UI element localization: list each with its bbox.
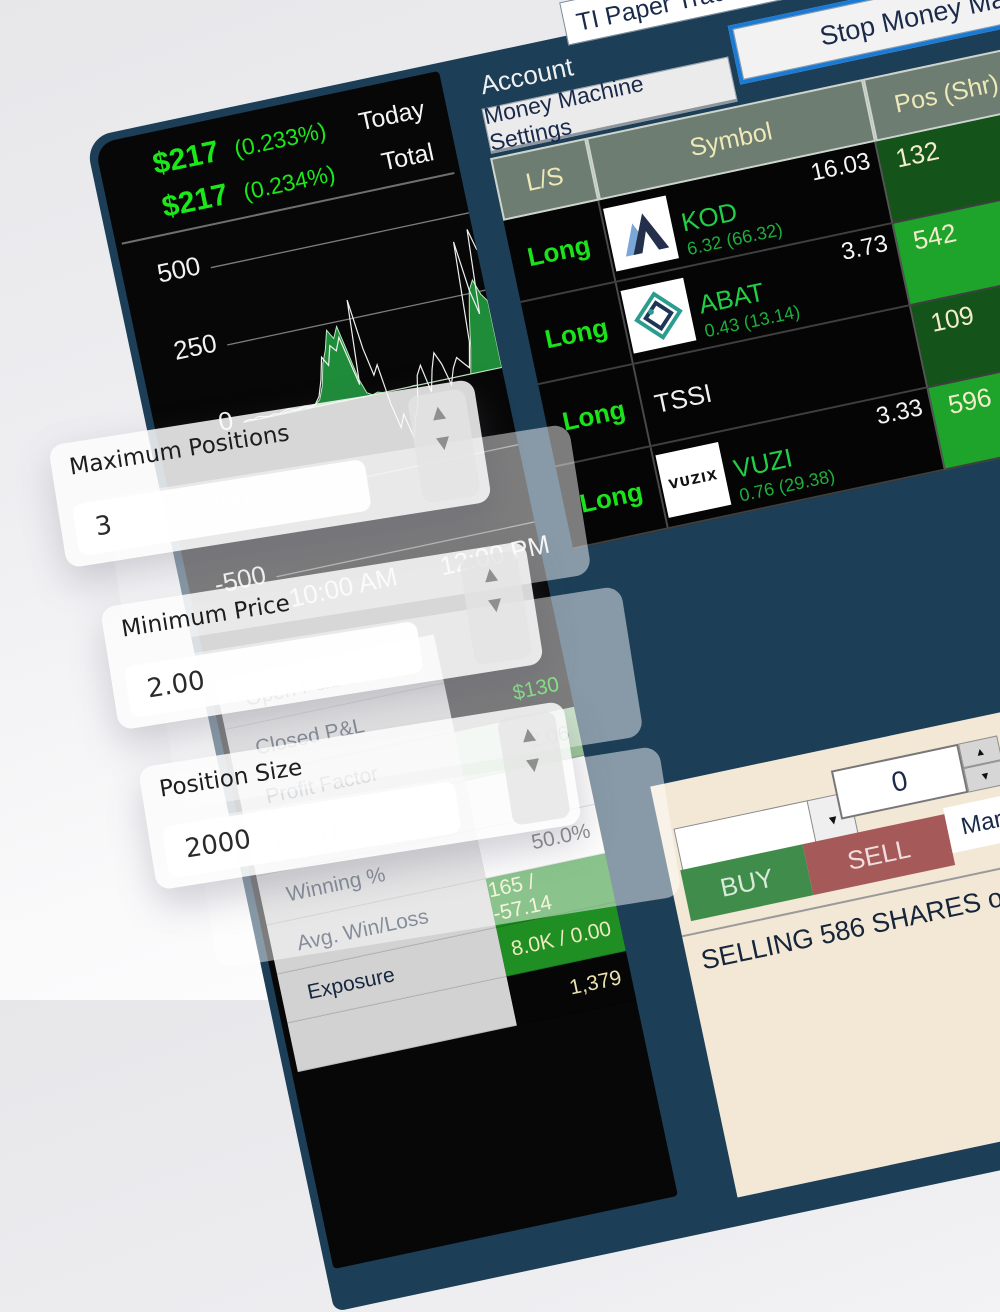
y-axis-tick: 500 [126,250,203,295]
max-positions-stepper[interactable]: ▲ ▼ [407,388,481,504]
down-arrow-icon: ▼ [526,756,542,775]
up-arrow-icon: ▲ [431,404,447,423]
max-positions-label: Maximum Positions [68,420,292,480]
total-pnl-percent: (0.234%) [225,157,353,209]
symbol-name: TSSI [652,378,715,420]
position-size-label: Position Size [158,754,304,802]
vuzix-logo-icon: VUZIX [655,442,731,518]
up-arrow-icon: ▲ [521,726,537,745]
kod-logo-icon [603,196,679,272]
price-value: 3.73 [839,230,891,267]
down-arrow-icon: ▼ [436,434,452,453]
dropdown-arrow-icon: ▼ [825,811,841,828]
up-arrow-icon: ▲ [483,566,499,585]
y-axis-tick: 250 [143,327,220,372]
today-label: Today [338,95,427,141]
price-value: 16.03 [808,148,873,188]
down-arrow-icon: ▼ [979,769,992,783]
min-price-stepper[interactable]: ▲ ▼ [459,550,533,666]
order-entry-panel: ▼ 0 ▲ ▼ BUY SELL Market SELLING 586 SHAR… [650,620,1000,1197]
abat-logo-icon [621,278,697,354]
down-arrow-icon: ▼ [488,596,504,615]
price-value: 3.33 [874,394,926,431]
stop-button-label: Stop Money Machine [817,0,1000,52]
position-size-stepper[interactable]: ▲ ▼ [497,710,571,826]
up-arrow-icon: ▲ [974,745,987,759]
total-label: Total [347,138,436,184]
